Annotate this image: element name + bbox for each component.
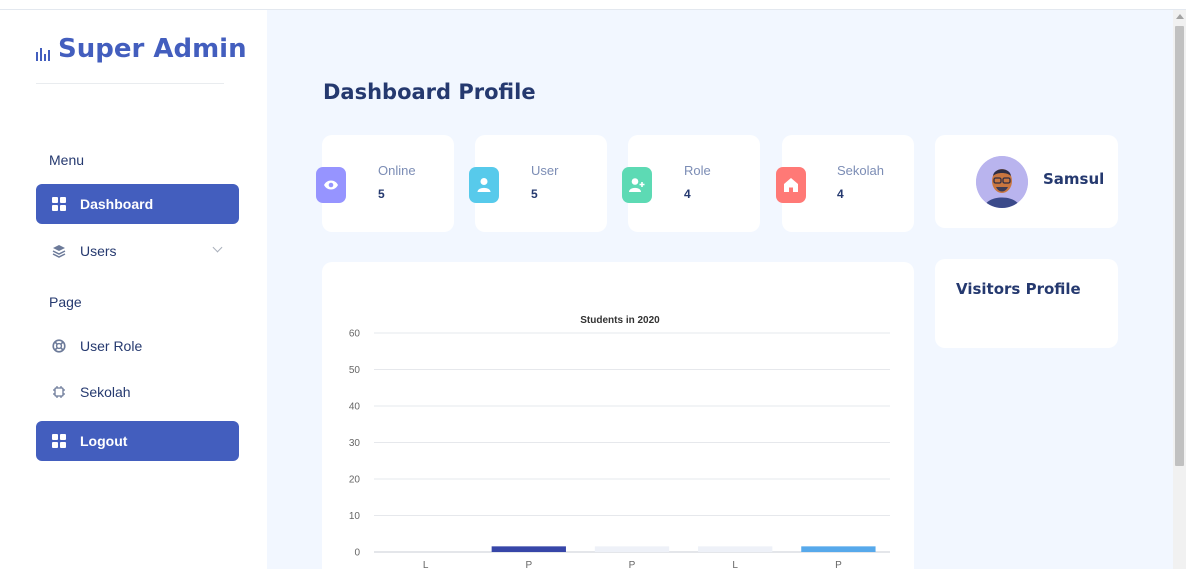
sidebar-item-label: Dashboard	[80, 196, 154, 212]
stat-label: User	[531, 163, 559, 178]
browser-top-edge	[0, 0, 1186, 10]
chart-title: Students in 2020	[580, 315, 660, 326]
sidebar-item-label: User Role	[80, 338, 143, 354]
sidebar-item-label: Logout	[80, 433, 128, 449]
y-tick-label: 10	[349, 511, 361, 522]
chart-bar[interactable]	[594, 546, 670, 552]
stat-value: 4	[837, 187, 844, 201]
person-icon	[469, 167, 499, 203]
brand-divider	[36, 83, 224, 84]
visitors-profile-title: Visitors Profile	[956, 280, 1081, 298]
stack-icon	[52, 244, 66, 258]
chart-bar[interactable]	[491, 546, 566, 552]
chevron-down-icon[interactable]	[212, 242, 223, 253]
y-tick-label: 20	[349, 475, 361, 486]
profile-name: Samsul	[1043, 170, 1105, 188]
students-chart: Students in 2020 0 10 20 30 40 50 60 L P P L P	[349, 315, 890, 569]
y-tick-label: 40	[349, 402, 361, 413]
sidebar	[0, 10, 267, 569]
y-tick-label: 30	[349, 438, 361, 449]
sidebar-item-logout[interactable]: Logout	[36, 421, 239, 461]
y-tick-label: 60	[349, 329, 361, 340]
stat-value: 4	[684, 187, 691, 201]
y-tick-label: 0	[354, 548, 360, 559]
sidebar-item-label: Sekolah	[80, 384, 131, 400]
brand-title: Super Admin	[58, 34, 247, 64]
brand-logo[interactable]: Super Admin	[36, 34, 247, 64]
sidebar-item-label: Users	[80, 243, 117, 259]
bar-chart-icon	[36, 47, 52, 61]
menu-section-title: Menu	[49, 152, 85, 168]
grid-icon	[52, 197, 66, 211]
page-section-title: Page	[49, 294, 82, 310]
page-title: Dashboard Profile	[323, 80, 536, 104]
house-icon	[776, 167, 806, 203]
x-tick-label: P	[629, 560, 636, 569]
visitors-profile-card	[935, 259, 1118, 348]
sidebar-item-users[interactable]: Users	[36, 231, 239, 271]
x-tick-label: P	[835, 560, 842, 569]
cpu-icon	[52, 385, 66, 399]
stat-label: Role	[684, 163, 711, 178]
lifebuoy-icon	[52, 339, 66, 353]
page-scrollbar[interactable]	[1173, 10, 1186, 569]
stat-label: Online	[378, 163, 416, 178]
chart-bar[interactable]	[698, 546, 773, 552]
x-tick-label: L	[423, 560, 429, 569]
eye-icon	[316, 167, 346, 203]
sidebar-item-dashboard[interactable]: Dashboard	[36, 184, 239, 224]
scrollbar-thumb[interactable]	[1175, 26, 1184, 466]
chart-bar[interactable]	[801, 546, 876, 552]
stat-value: 5	[378, 187, 385, 201]
scroll-up-arrow-icon[interactable]	[1176, 14, 1184, 19]
person-add-icon	[622, 167, 652, 203]
y-tick-label: 50	[349, 365, 361, 376]
grid-icon	[52, 434, 66, 448]
sidebar-item-sekolah[interactable]: Sekolah	[36, 372, 239, 412]
x-tick-label: L	[732, 560, 738, 569]
stat-label: Sekolah	[837, 163, 884, 178]
stat-value: 5	[531, 187, 538, 201]
avatar-icon[interactable]	[976, 156, 1028, 208]
x-tick-label: P	[525, 560, 532, 569]
sidebar-item-user-role[interactable]: User Role	[36, 326, 239, 366]
